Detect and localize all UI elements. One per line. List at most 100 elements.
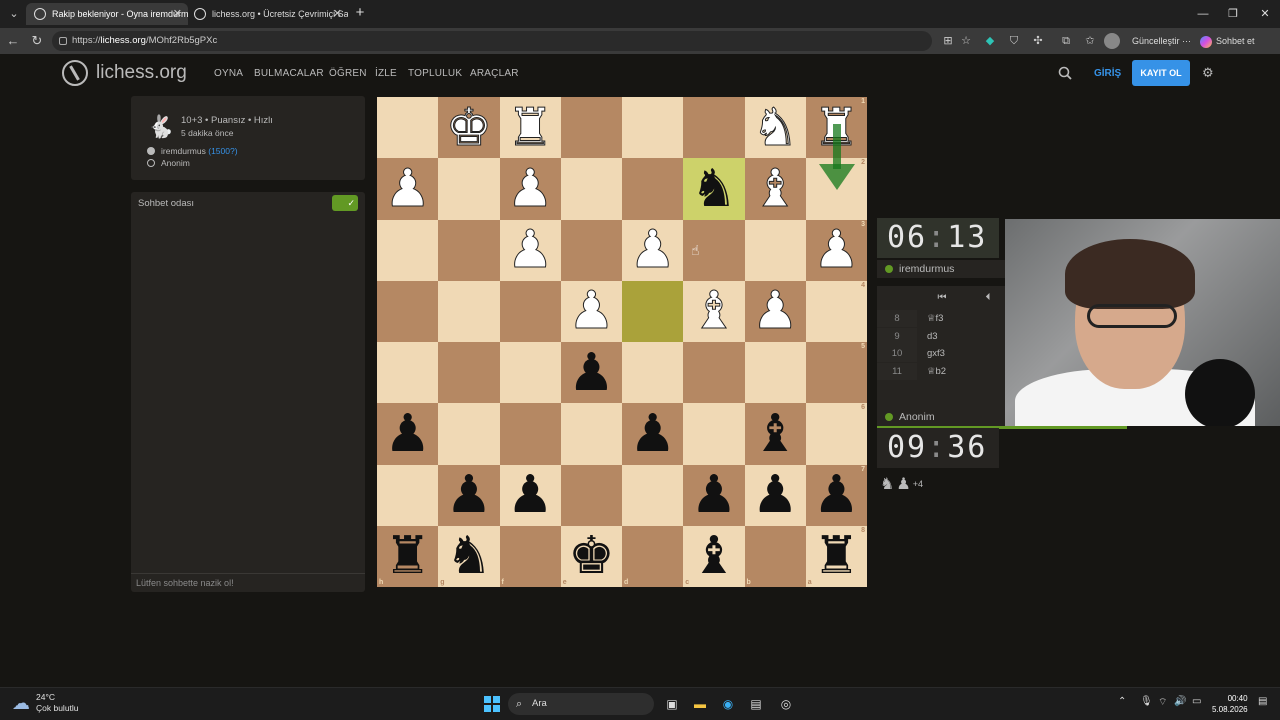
white-bishop-icon[interactable]: ♝: [690, 285, 738, 338]
gear-icon[interactable]: ⚙: [1202, 66, 1216, 80]
new-tab-button[interactable]: +: [350, 3, 370, 23]
board-square[interactable]: [622, 158, 684, 220]
board-square[interactable]: [744, 342, 806, 404]
board-square[interactable]: ♝: [744, 158, 806, 220]
board-square[interactable]: [438, 403, 500, 465]
board-square[interactable]: [560, 464, 622, 526]
microphone-icon[interactable]: 🎙: [1140, 696, 1153, 707]
board-square[interactable]: [438, 219, 500, 281]
nav-tools[interactable]: ARAÇLAR: [470, 68, 519, 79]
terminal-icon[interactable]: ▤: [746, 694, 766, 714]
move-san[interactable]: gxf3: [927, 345, 945, 362]
board-square[interactable]: ♟: [622, 403, 684, 465]
signup-button[interactable]: KAYIT OL: [1132, 60, 1190, 86]
volume-icon[interactable]: 🔊: [1174, 696, 1186, 707]
board-square[interactable]: ♟: [377, 158, 439, 220]
nav-learn[interactable]: ÖĞREN: [329, 68, 367, 79]
board-square[interactable]: [560, 158, 622, 220]
white-bishop-icon[interactable]: ♝: [751, 162, 799, 215]
white-pawn-icon[interactable]: ♟: [506, 162, 554, 215]
board-square[interactable]: ♟: [377, 403, 439, 465]
chevron-up-icon[interactable]: ⌃: [1118, 696, 1126, 707]
close-tab-icon[interactable]: ✕: [333, 3, 342, 25]
board-square[interactable]: [377, 464, 439, 526]
board-square[interactable]: ♞: [683, 158, 745, 220]
board-square[interactable]: ♟: [622, 219, 684, 281]
board-square[interactable]: [683, 403, 745, 465]
board-square[interactable]: ♞ g: [438, 525, 500, 587]
black-bishop-icon[interactable]: ♝: [691, 530, 738, 582]
white-rook-icon[interactable]: ♜: [506, 101, 554, 154]
board-square[interactable]: [622, 464, 684, 526]
board-square[interactable]: [560, 403, 622, 465]
board-square[interactable]: [377, 342, 439, 404]
board-square[interactable]: ♟: [744, 280, 806, 342]
white-pawn-icon[interactable]: ♟: [751, 285, 799, 338]
maximize-icon[interactable]: ❐: [1218, 4, 1248, 24]
chat-input[interactable]: Lütfen sohbette nazik ol!: [131, 573, 365, 591]
notification-icon[interactable]: ▤: [1258, 696, 1267, 707]
board-square[interactable]: [622, 97, 684, 159]
board-square[interactable]: [438, 342, 500, 404]
lichess-logo[interactable]: lichess.org: [62, 59, 187, 87]
black-rook-icon[interactable]: ♜: [813, 530, 860, 582]
update-button[interactable]: Güncelleştir ···: [1132, 31, 1191, 51]
shield-icon[interactable]: ⛉: [1006, 33, 1022, 49]
chat-toggle[interactable]: ✓: [332, 195, 358, 211]
black-rook-icon[interactable]: ♜: [384, 530, 431, 582]
board-square[interactable]: [683, 97, 745, 159]
board-square[interactable]: ♝: [744, 403, 806, 465]
login-link[interactable]: GİRİŞ: [1094, 68, 1121, 79]
black-pawn-icon[interactable]: ♟: [813, 469, 860, 521]
board-square[interactable]: [622, 342, 684, 404]
board-square[interactable]: [499, 403, 561, 465]
apps-icon[interactable]: ⊞: [940, 33, 956, 49]
board-square[interactable]: [560, 219, 622, 281]
white-pawn-icon[interactable]: ♟: [568, 285, 616, 338]
black-pawn-icon[interactable]: ♟: [629, 408, 676, 460]
reload-icon[interactable]: ↻: [27, 31, 47, 51]
board-square[interactable]: f: [499, 525, 561, 587]
browser-tab-active[interactable]: Rakip bekleniyor - Oyna iremdurm ✕: [26, 3, 188, 25]
board-square[interactable]: [683, 342, 745, 404]
file-explorer-icon[interactable]: ▬: [690, 694, 710, 714]
black-pawn-icon[interactable]: ♟: [446, 469, 493, 521]
black-pawn-icon[interactable]: ♟: [691, 469, 738, 521]
close-window-icon[interactable]: ✕: [1250, 4, 1280, 24]
black-pawn-icon[interactable]: ♟: [568, 347, 615, 399]
board-square[interactable]: ♟: [438, 464, 500, 526]
black-king-icon[interactable]: ♚: [568, 530, 615, 582]
board-square[interactable]: ♚ e: [560, 525, 622, 587]
board-square[interactable]: 5: [805, 342, 867, 404]
favorite-star-icon[interactable]: ☆: [958, 33, 974, 49]
board-square[interactable]: ♟: [499, 158, 561, 220]
board-square[interactable]: d: [622, 525, 684, 587]
board-square[interactable]: ♜ h: [377, 525, 439, 587]
board-square[interactable]: [499, 342, 561, 404]
board-square[interactable]: [622, 280, 684, 342]
move-row[interactable]: 10 gxf3: [877, 345, 1005, 362]
weather-widget[interactable]: ☁ 24°C Çok bulutlu: [12, 692, 79, 714]
board-square[interactable]: ♝: [683, 280, 745, 342]
white-pawn-icon[interactable]: ♟: [813, 224, 861, 277]
black-pawn-icon[interactable]: ♟: [384, 408, 431, 460]
board-square[interactable]: ♟: [560, 280, 622, 342]
board-square[interactable]: ♟ 3: [805, 219, 867, 281]
board-square[interactable]: ♟ 7: [805, 464, 867, 526]
board-square[interactable]: ♜ 8 a: [805, 525, 867, 587]
board-square[interactable]: ♟: [499, 464, 561, 526]
board-square[interactable]: [438, 280, 500, 342]
board-square[interactable]: [499, 280, 561, 342]
taskbar-search[interactable]: ⌕ Ara: [508, 693, 654, 715]
collections-icon[interactable]: ⧉: [1058, 33, 1074, 49]
black-bishop-icon[interactable]: ♝: [752, 408, 799, 460]
windows-start-icon[interactable]: [484, 696, 500, 712]
board-square[interactable]: ♞: [744, 97, 806, 159]
browser-tab[interactable]: lichess.org • Ücretsiz Çevrimiçi Sa ✕: [186, 3, 348, 25]
app-icon[interactable]: ◎: [776, 694, 796, 714]
profile-avatar-icon[interactable]: [1104, 33, 1120, 49]
board-square[interactable]: ♟: [683, 464, 745, 526]
edge-browser-icon[interactable]: ◉: [718, 694, 738, 714]
move-san[interactable]: ♕b2: [927, 363, 946, 380]
move-row[interactable]: 8 ♕f3: [877, 310, 1005, 327]
